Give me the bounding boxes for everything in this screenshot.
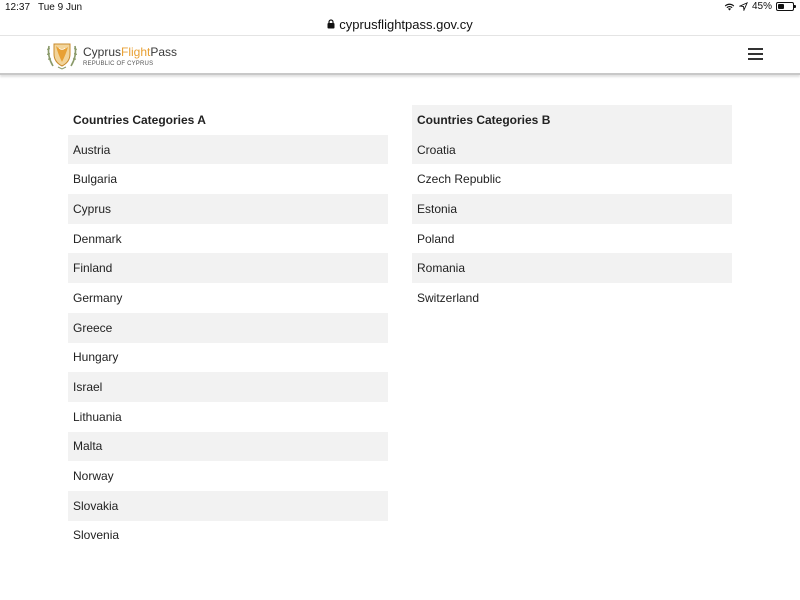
url-text: cyprusflightpass.gov.cy — [339, 16, 473, 32]
country-row: Switzerland — [417, 290, 480, 305]
status-date: Tue 9 Jun — [38, 2, 83, 13]
country-row: Israel — [68, 372, 388, 402]
menu-bar — [748, 48, 763, 50]
country-row: Norway — [73, 469, 114, 484]
brand-part-flight: Flight — [121, 45, 151, 59]
battery-icon — [776, 2, 796, 11]
country-row: Greece — [68, 312, 388, 343]
site-logo[interactable]: CyprusFlightPass REPUBLIC OF CYPRUS — [45, 40, 177, 72]
lock-icon — [327, 19, 335, 29]
country-row: Estonia — [412, 194, 732, 224]
country-row: Malta — [68, 431, 388, 462]
hamburger-menu-icon[interactable] — [748, 48, 763, 60]
logo-text: CyprusFlightPass REPUBLIC OF CYPRUS — [83, 45, 177, 67]
status-time: 12:37 — [5, 2, 31, 13]
brand-name: CyprusFlightPass — [83, 45, 177, 59]
country-row: Denmark — [73, 231, 122, 246]
battery-percent: 45% — [751, 1, 772, 12]
brand-part-pass: Pass — [150, 45, 178, 59]
cyprus-emblem-icon — [46, 43, 78, 70]
battery-fill — [778, 4, 785, 9]
brand-subtitle: REPUBLIC OF CYPRUS — [83, 61, 154, 67]
category-a-heading: Countries Categories A — [73, 112, 206, 127]
country-row: Austria — [68, 134, 388, 165]
countries-category-a-table: Countries Categories A Austria Bulgaria Cy… — [68, 105, 388, 550]
country-row: Slovenia — [73, 528, 120, 543]
country-row: Slovakia — [68, 490, 388, 521]
country-row: Lithuania — [73, 409, 122, 424]
brand-part-cyprus: Cyprus — [83, 45, 122, 59]
category-b-heading: Countries Categories B — [412, 105, 732, 135]
menu-bar — [748, 58, 763, 60]
countries-category-b-table: Countries Categories B Croatia Czech Repu… — [412, 105, 732, 313]
site-header: CyprusFlightPass REPUBLIC OF CYPRUS — [0, 35, 800, 75]
country-row: Germany — [73, 290, 123, 305]
status-right: 45% — [724, 1, 796, 12]
menu-bar — [748, 53, 763, 55]
country-row: Cyprus — [68, 194, 388, 224]
country-row: Czech Republic — [417, 172, 502, 187]
country-row: Finland — [68, 253, 388, 284]
location-arrow-icon — [738, 2, 748, 11]
country-row: Poland — [417, 231, 455, 246]
status-bar: 12:37 Tue 9 Jun 45% — [0, 0, 800, 14]
country-row: Romania — [412, 253, 732, 284]
address-bar[interactable]: cyprusflightpass.gov.cy — [0, 14, 800, 34]
country-row: Hungary — [73, 350, 119, 365]
country-row: Bulgaria — [73, 172, 118, 187]
wifi-icon — [724, 3, 735, 11]
country-row: Croatia — [412, 134, 732, 165]
